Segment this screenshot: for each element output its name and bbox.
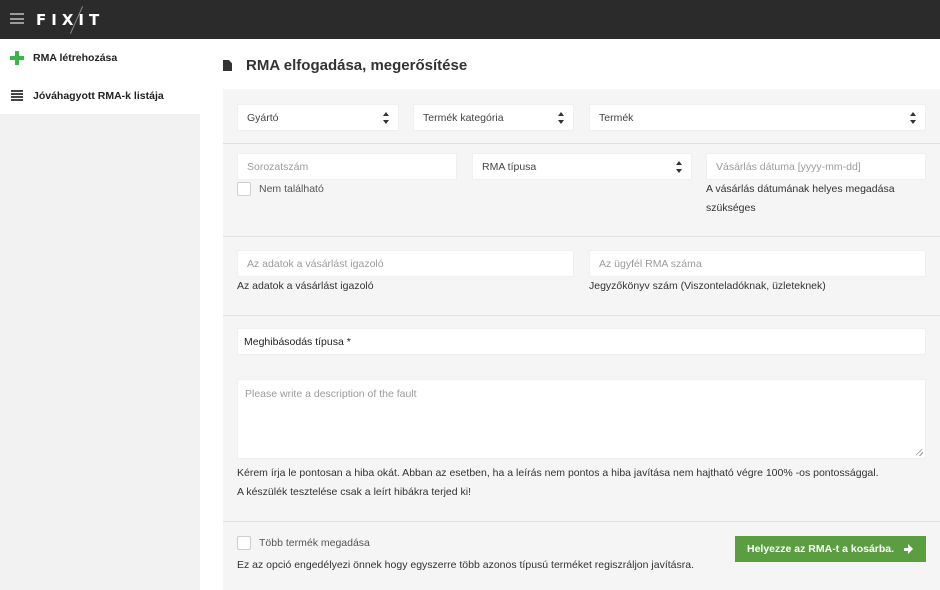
not-found-label[interactable]: Nem található <box>259 183 324 195</box>
product-select-value: Termék <box>599 111 634 124</box>
sidebar-item-label: RMA létrehozása <box>33 52 118 64</box>
customer-rma-number-placeholder: Az ügyfél RMA száma <box>599 257 702 270</box>
add-rma-to-cart-label: Helyezze az RMA-t a kosárba. <box>747 543 895 555</box>
select-arrows-icon <box>676 161 683 173</box>
logo-text: FIXIT <box>36 11 105 29</box>
sidebar-item-approved-rma-list[interactable]: Jóváhagyott RMA-k listája <box>0 77 200 114</box>
proof-of-purchase-placeholder: Az adatok a vásárlást igazoló <box>247 257 384 270</box>
divider <box>223 521 940 522</box>
rma-type-select-value: RMA típusa <box>482 160 537 173</box>
divider <box>223 143 940 144</box>
divider <box>223 315 940 316</box>
page-title: RMA elfogadása, megerősítése <box>246 57 468 74</box>
manufacturer-select-value: Gyártó <box>247 111 279 124</box>
list-icon <box>11 90 23 101</box>
document-icon <box>223 60 232 71</box>
plus-icon <box>10 51 24 65</box>
multi-product-help: Ez az opció engedélyezi önnek hogy egysz… <box>237 559 695 571</box>
sidebar-item-create-rma[interactable]: RMA létrehozása <box>0 39 200 77</box>
add-rma-to-cart-button[interactable]: Helyezze az RMA-t a kosárba. <box>735 536 926 562</box>
fault-type-select[interactable]: Meghibásodás típusa * <box>237 328 926 355</box>
fault-type-label: Meghibásodás típusa * <box>244 335 351 348</box>
sidebar: RMA létrehozása Jóváhagyott RMA-k listáj… <box>0 39 200 590</box>
page-header: RMA elfogadása, megerősítése <box>200 39 940 89</box>
select-arrows-icon <box>383 112 390 124</box>
description-help-cont: A készülék tesztelése csak a leírt hibák… <box>237 486 472 498</box>
select-arrows-icon <box>910 112 917 124</box>
hamburger-menu-icon[interactable] <box>10 13 24 24</box>
serial-number-placeholder: Sorozatszám <box>247 160 309 173</box>
product-category-select[interactable]: Termék kategória <box>413 104 574 131</box>
fault-description-textarea[interactable]: Please write a description of the fault <box>237 379 926 459</box>
divider <box>223 236 940 237</box>
product-select[interactable]: Termék <box>589 104 926 131</box>
resize-handle-icon[interactable] <box>916 449 923 456</box>
customer-rma-number-input[interactable]: Az ügyfél RMA száma <box>589 250 926 277</box>
purchase-date-input[interactable]: Vásárlás dátuma [yyyy-mm-dd] <box>706 153 926 180</box>
serial-number-input[interactable]: Sorozatszám <box>237 153 457 180</box>
top-bar: FIXIT <box>0 0 940 39</box>
arrow-right-icon <box>904 544 914 554</box>
purchase-date-help: A vásárlás dátumának helyes megadása <box>706 183 895 195</box>
fixit-logo[interactable]: FIXIT <box>36 6 106 34</box>
customer-rma-number-label: Jegyzőkönyv szám (Viszonteladóknak, üzle… <box>589 280 826 292</box>
not-found-checkbox[interactable] <box>237 182 251 196</box>
manufacturer-select[interactable]: Gyártó <box>237 104 399 131</box>
fault-description-placeholder: Please write a description of the fault <box>245 388 417 400</box>
purchase-date-placeholder: Vásárlás dátuma [yyyy-mm-dd] <box>716 160 861 173</box>
select-arrows-icon <box>558 112 565 124</box>
proof-of-purchase-label: Az adatok a vásárlást igazoló <box>237 280 374 292</box>
description-help: Kérem írja le pontosan a hiba okát. Abba… <box>237 467 879 479</box>
sidebar-item-label: Jóváhagyott RMA-k listája <box>33 89 164 102</box>
purchase-date-help-cont: szükséges <box>706 202 756 214</box>
product-category-select-value: Termék kategória <box>423 111 504 124</box>
proof-of-purchase-input[interactable]: Az adatok a vásárlást igazoló <box>237 250 574 277</box>
rma-type-select[interactable]: RMA típusa <box>472 153 692 180</box>
multi-product-label[interactable]: Több termék megadása <box>259 537 370 549</box>
multi-product-checkbox[interactable] <box>237 536 251 550</box>
